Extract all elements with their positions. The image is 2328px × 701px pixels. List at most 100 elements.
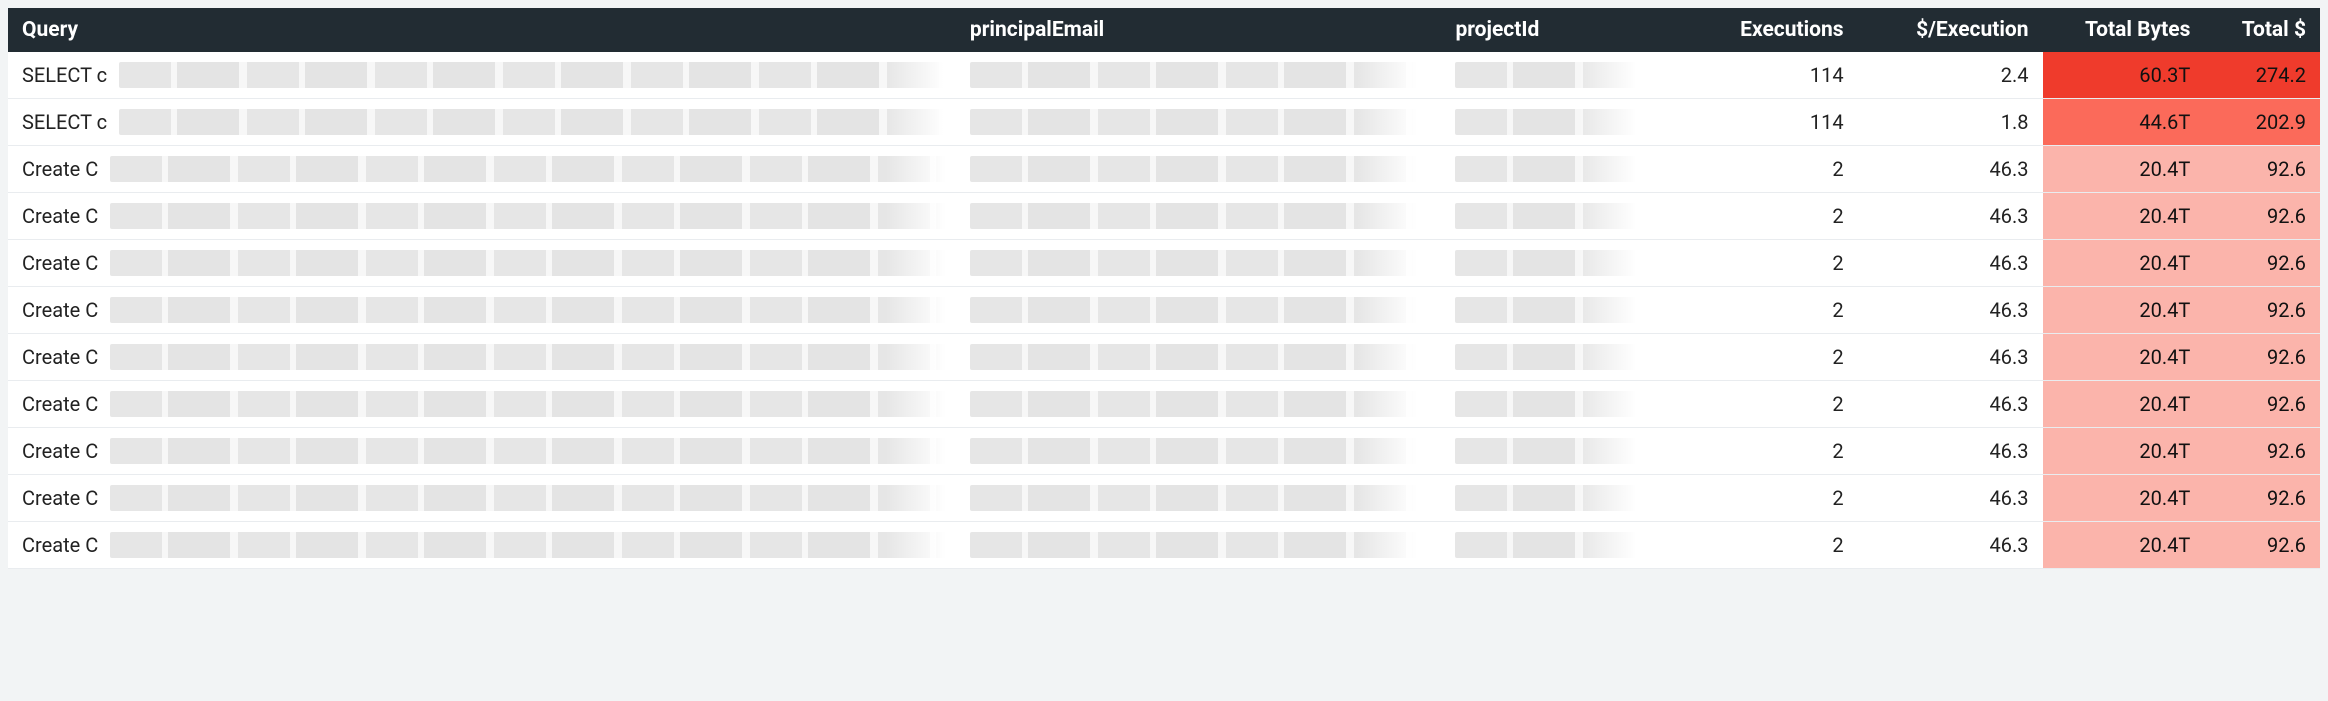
cell-query[interactable]: Create C (8, 334, 956, 381)
cell-cost-per-execution: 46.3 (1858, 240, 2043, 287)
cell-cost-per-execution: 46.3 (1858, 334, 2043, 381)
cell-principal-email[interactable] (956, 428, 1442, 475)
table-row[interactable]: Create C 246.320.4T92.6 (8, 428, 2320, 475)
cell-principal-email[interactable] (956, 287, 1442, 334)
cell-principal-email[interactable] (956, 522, 1442, 569)
col-header-executions[interactable]: Executions (1661, 8, 1858, 52)
col-header-total-bytes[interactable]: Total Bytes (2043, 8, 2205, 52)
query-text: SELECT c (22, 110, 113, 134)
cell-project-id[interactable] (1441, 193, 1661, 240)
cell-cost-per-execution: 1.8 (1858, 99, 2043, 146)
query-text: Create C (22, 392, 104, 416)
cell-total-bytes: 20.4T (2043, 522, 2205, 569)
cell-project-id[interactable] (1441, 428, 1661, 475)
cell-total-bytes: 20.4T (2043, 428, 2205, 475)
cell-total-cost: 92.6 (2204, 334, 2320, 381)
table-row[interactable]: Create C246.320.4T92.6 (8, 287, 2320, 334)
redacted-strip (1455, 156, 1647, 182)
query-text: Create C (22, 204, 104, 228)
query-text: SELECT c (22, 63, 113, 87)
redacted-strip (110, 203, 956, 229)
cell-executions: 2 (1661, 381, 1858, 428)
cell-project-id[interactable] (1441, 146, 1661, 193)
cell-principal-email[interactable] (956, 334, 1442, 381)
cell-total-cost: 92.6 (2204, 287, 2320, 334)
cell-query[interactable]: Create C (8, 522, 956, 569)
cell-principal-email[interactable] (956, 240, 1442, 287)
table-row[interactable]: Create C246.320.4T92.6 (8, 475, 2320, 522)
table-row[interactable]: Create C246.320.4T92.6 (8, 193, 2320, 240)
col-header-email[interactable]: principalEmail (956, 8, 1442, 52)
query-text: Create C (22, 533, 104, 557)
query-cost-table: Query principalEmail projectId Execution… (8, 8, 2320, 569)
cell-query[interactable]: Create C (8, 287, 956, 334)
col-header-total-cost[interactable]: Total $ (2204, 8, 2320, 52)
cell-total-bytes: 20.4T (2043, 287, 2205, 334)
query-text: Create C (22, 486, 104, 510)
col-header-project[interactable]: projectId (1441, 8, 1661, 52)
table-header-row: Query principalEmail projectId Execution… (8, 8, 2320, 52)
cell-total-bytes: 20.4T (2043, 381, 2205, 428)
redacted-strip (119, 62, 956, 88)
cell-total-bytes: 20.4T (2043, 193, 2205, 240)
cell-total-bytes: 44.6T (2043, 99, 2205, 146)
cell-executions: 2 (1661, 193, 1858, 240)
cell-project-id[interactable] (1441, 99, 1661, 146)
redacted-strip (970, 250, 1428, 276)
cell-query[interactable]: Create C (8, 240, 956, 287)
cell-total-bytes: 60.3T (2043, 52, 2205, 99)
cell-query[interactable]: Create C (8, 193, 956, 240)
cell-project-id[interactable] (1441, 522, 1661, 569)
table-row[interactable]: Create C246.320.4T92.6 (8, 522, 2320, 569)
cell-principal-email[interactable] (956, 193, 1442, 240)
cell-cost-per-execution: 46.3 (1858, 146, 2043, 193)
cell-executions: 114 (1661, 52, 1858, 99)
cell-query[interactable]: Create C (8, 146, 956, 193)
col-header-query[interactable]: Query (8, 8, 956, 52)
table-row[interactable]: Create C246.320.4T92.6 (8, 381, 2320, 428)
redacted-strip (1455, 344, 1647, 370)
cell-principal-email[interactable] (956, 52, 1442, 99)
cell-cost-per-execution: 46.3 (1858, 428, 2043, 475)
table-row[interactable]: Create C246.320.4T92.6 (8, 146, 2320, 193)
table-row[interactable]: Create C246.320.4T92.6 (8, 334, 2320, 381)
cell-project-id[interactable] (1441, 240, 1661, 287)
cell-executions: 2 (1661, 146, 1858, 193)
cell-total-cost: 274.2 (2204, 52, 2320, 99)
table-row[interactable]: SELECT c1141.844.6T202.9 (8, 99, 2320, 146)
table-row[interactable]: SELECT c 1142.460.3T274.2 (8, 52, 2320, 99)
redacted-strip (110, 344, 956, 370)
cell-project-id[interactable] (1441, 287, 1661, 334)
cell-total-cost: 92.6 (2204, 522, 2320, 569)
cell-project-id[interactable] (1441, 381, 1661, 428)
table-row[interactable]: Create C246.320.4T92.6 (8, 240, 2320, 287)
table-body: SELECT c 1142.460.3T274.2SELECT c1141.844… (8, 52, 2320, 569)
redacted-strip (970, 391, 1428, 417)
redacted-strip (970, 344, 1428, 370)
cell-principal-email[interactable] (956, 99, 1442, 146)
cell-executions: 2 (1661, 428, 1858, 475)
cell-total-cost: 92.6 (2204, 428, 2320, 475)
redacted-strip (1455, 297, 1647, 323)
redacted-strip (1455, 203, 1647, 229)
cell-cost-per-execution: 2.4 (1858, 52, 2043, 99)
cell-project-id[interactable] (1441, 334, 1661, 381)
redacted-strip (110, 485, 956, 511)
cell-total-cost: 92.6 (2204, 381, 2320, 428)
cell-project-id[interactable] (1441, 52, 1661, 99)
cell-query[interactable]: Create C (8, 428, 956, 475)
cell-query[interactable]: SELECT c (8, 99, 956, 146)
cell-query[interactable]: Create C (8, 475, 956, 522)
cell-principal-email[interactable] (956, 381, 1442, 428)
query-text: Create C (22, 251, 104, 275)
cell-total-bytes: 20.4T (2043, 146, 2205, 193)
cell-principal-email[interactable] (956, 475, 1442, 522)
redacted-strip (1455, 250, 1647, 276)
cell-total-bytes: 20.4T (2043, 240, 2205, 287)
cell-total-bytes: 20.4T (2043, 334, 2205, 381)
cell-principal-email[interactable] (956, 146, 1442, 193)
cell-query[interactable]: SELECT c (8, 52, 956, 99)
col-header-per-exec[interactable]: $/Execution (1858, 8, 2043, 52)
cell-query[interactable]: Create C (8, 381, 956, 428)
cell-project-id[interactable] (1441, 475, 1661, 522)
